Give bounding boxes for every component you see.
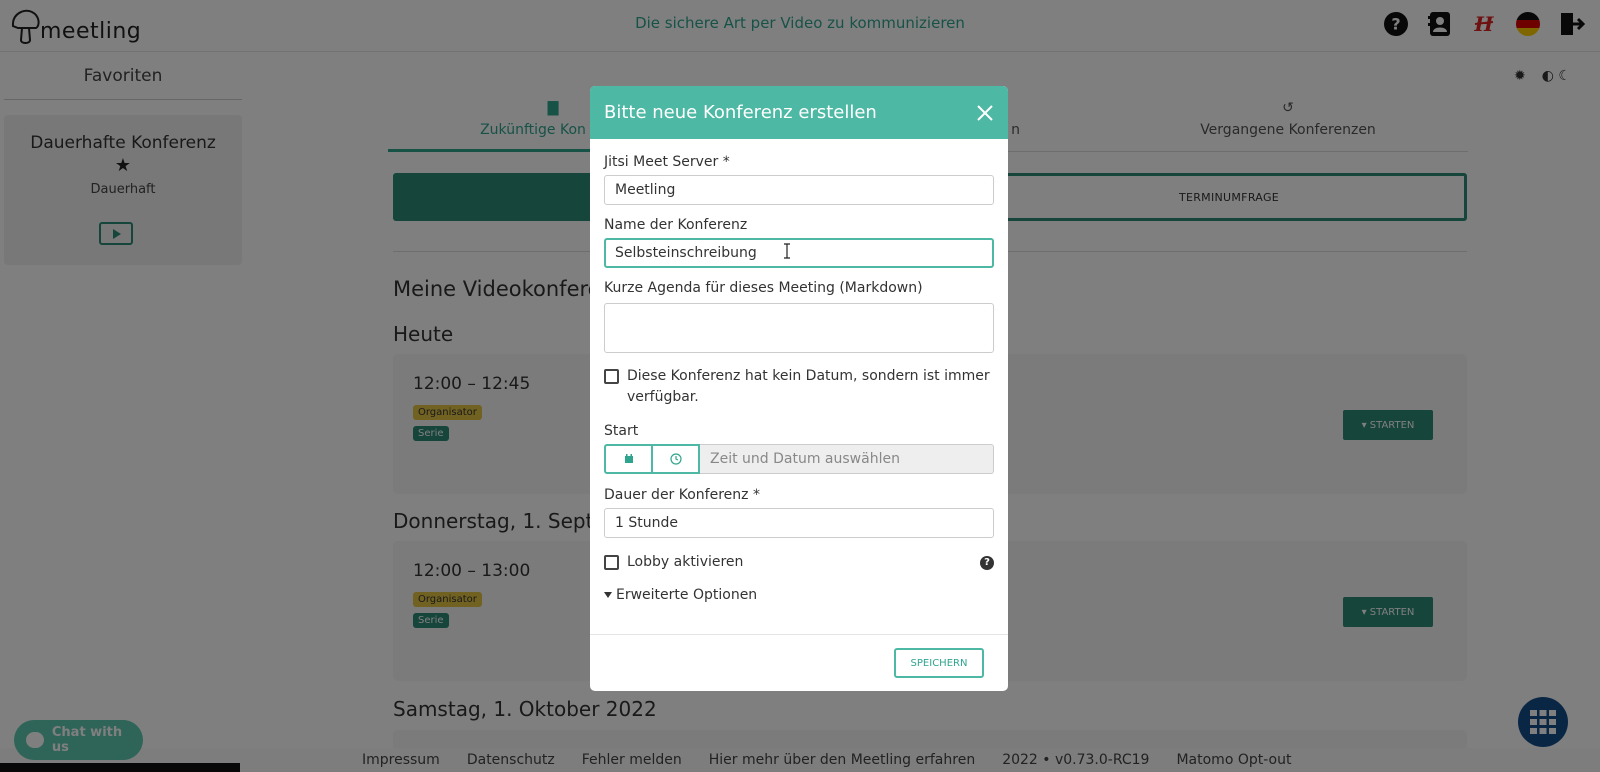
time-picker-button[interactable]	[652, 444, 700, 474]
server-select[interactable]: Meetling	[604, 175, 994, 205]
no-date-label-line2: verfügbar.	[627, 389, 699, 405]
conference-name-input[interactable]: Selbsteinschreibung	[604, 238, 994, 268]
close-icon[interactable]	[974, 102, 996, 124]
advanced-options-label: Erweiterte Optionen	[616, 587, 758, 603]
dialog-footer-divider	[590, 634, 1008, 635]
lobby-label: Lobby aktivieren	[627, 554, 744, 570]
dialog-title: Bitte neue Konferenz erstellen	[604, 102, 877, 123]
start-datetime-input[interactable]: Zeit und Datum auswählen	[700, 444, 994, 474]
lobby-checkbox[interactable]	[604, 555, 619, 570]
create-conference-dialog: Bitte neue Konferenz erstellen Jitsi Mee…	[590, 86, 1008, 691]
lobby-help-icon[interactable]: ?	[980, 556, 994, 570]
agenda-textarea[interactable]	[604, 303, 994, 353]
save-button[interactable]: SPEICHERN	[894, 648, 984, 678]
no-date-checkbox[interactable]	[604, 369, 619, 384]
no-date-label-line1: Diese Konferenz hat kein Datum, sondern …	[627, 368, 990, 384]
date-picker-button[interactable]	[604, 444, 652, 474]
calendar-icon	[624, 454, 633, 463]
no-date-label: Diese Konferenz hat kein Datum, sondern …	[627, 366, 990, 408]
name-label: Name der Konferenz	[604, 217, 748, 233]
agenda-label: Kurze Agenda für dieses Meeting (Markdow…	[604, 280, 923, 296]
dialog-header: Bitte neue Konferenz erstellen	[590, 86, 1008, 139]
start-datetime-picker: Zeit und Datum auswählen	[604, 444, 994, 474]
text-cursor-icon	[784, 243, 790, 259]
advanced-options-toggle[interactable]: Erweiterte Optionen	[604, 587, 757, 603]
clock-icon	[669, 453, 682, 465]
start-label: Start	[604, 423, 639, 439]
caret-down-icon	[604, 592, 612, 598]
duration-select[interactable]: 1 Stunde	[604, 508, 994, 538]
server-label: Jitsi Meet Server *	[604, 154, 730, 170]
duration-label: Dauer der Konferenz *	[604, 487, 760, 503]
